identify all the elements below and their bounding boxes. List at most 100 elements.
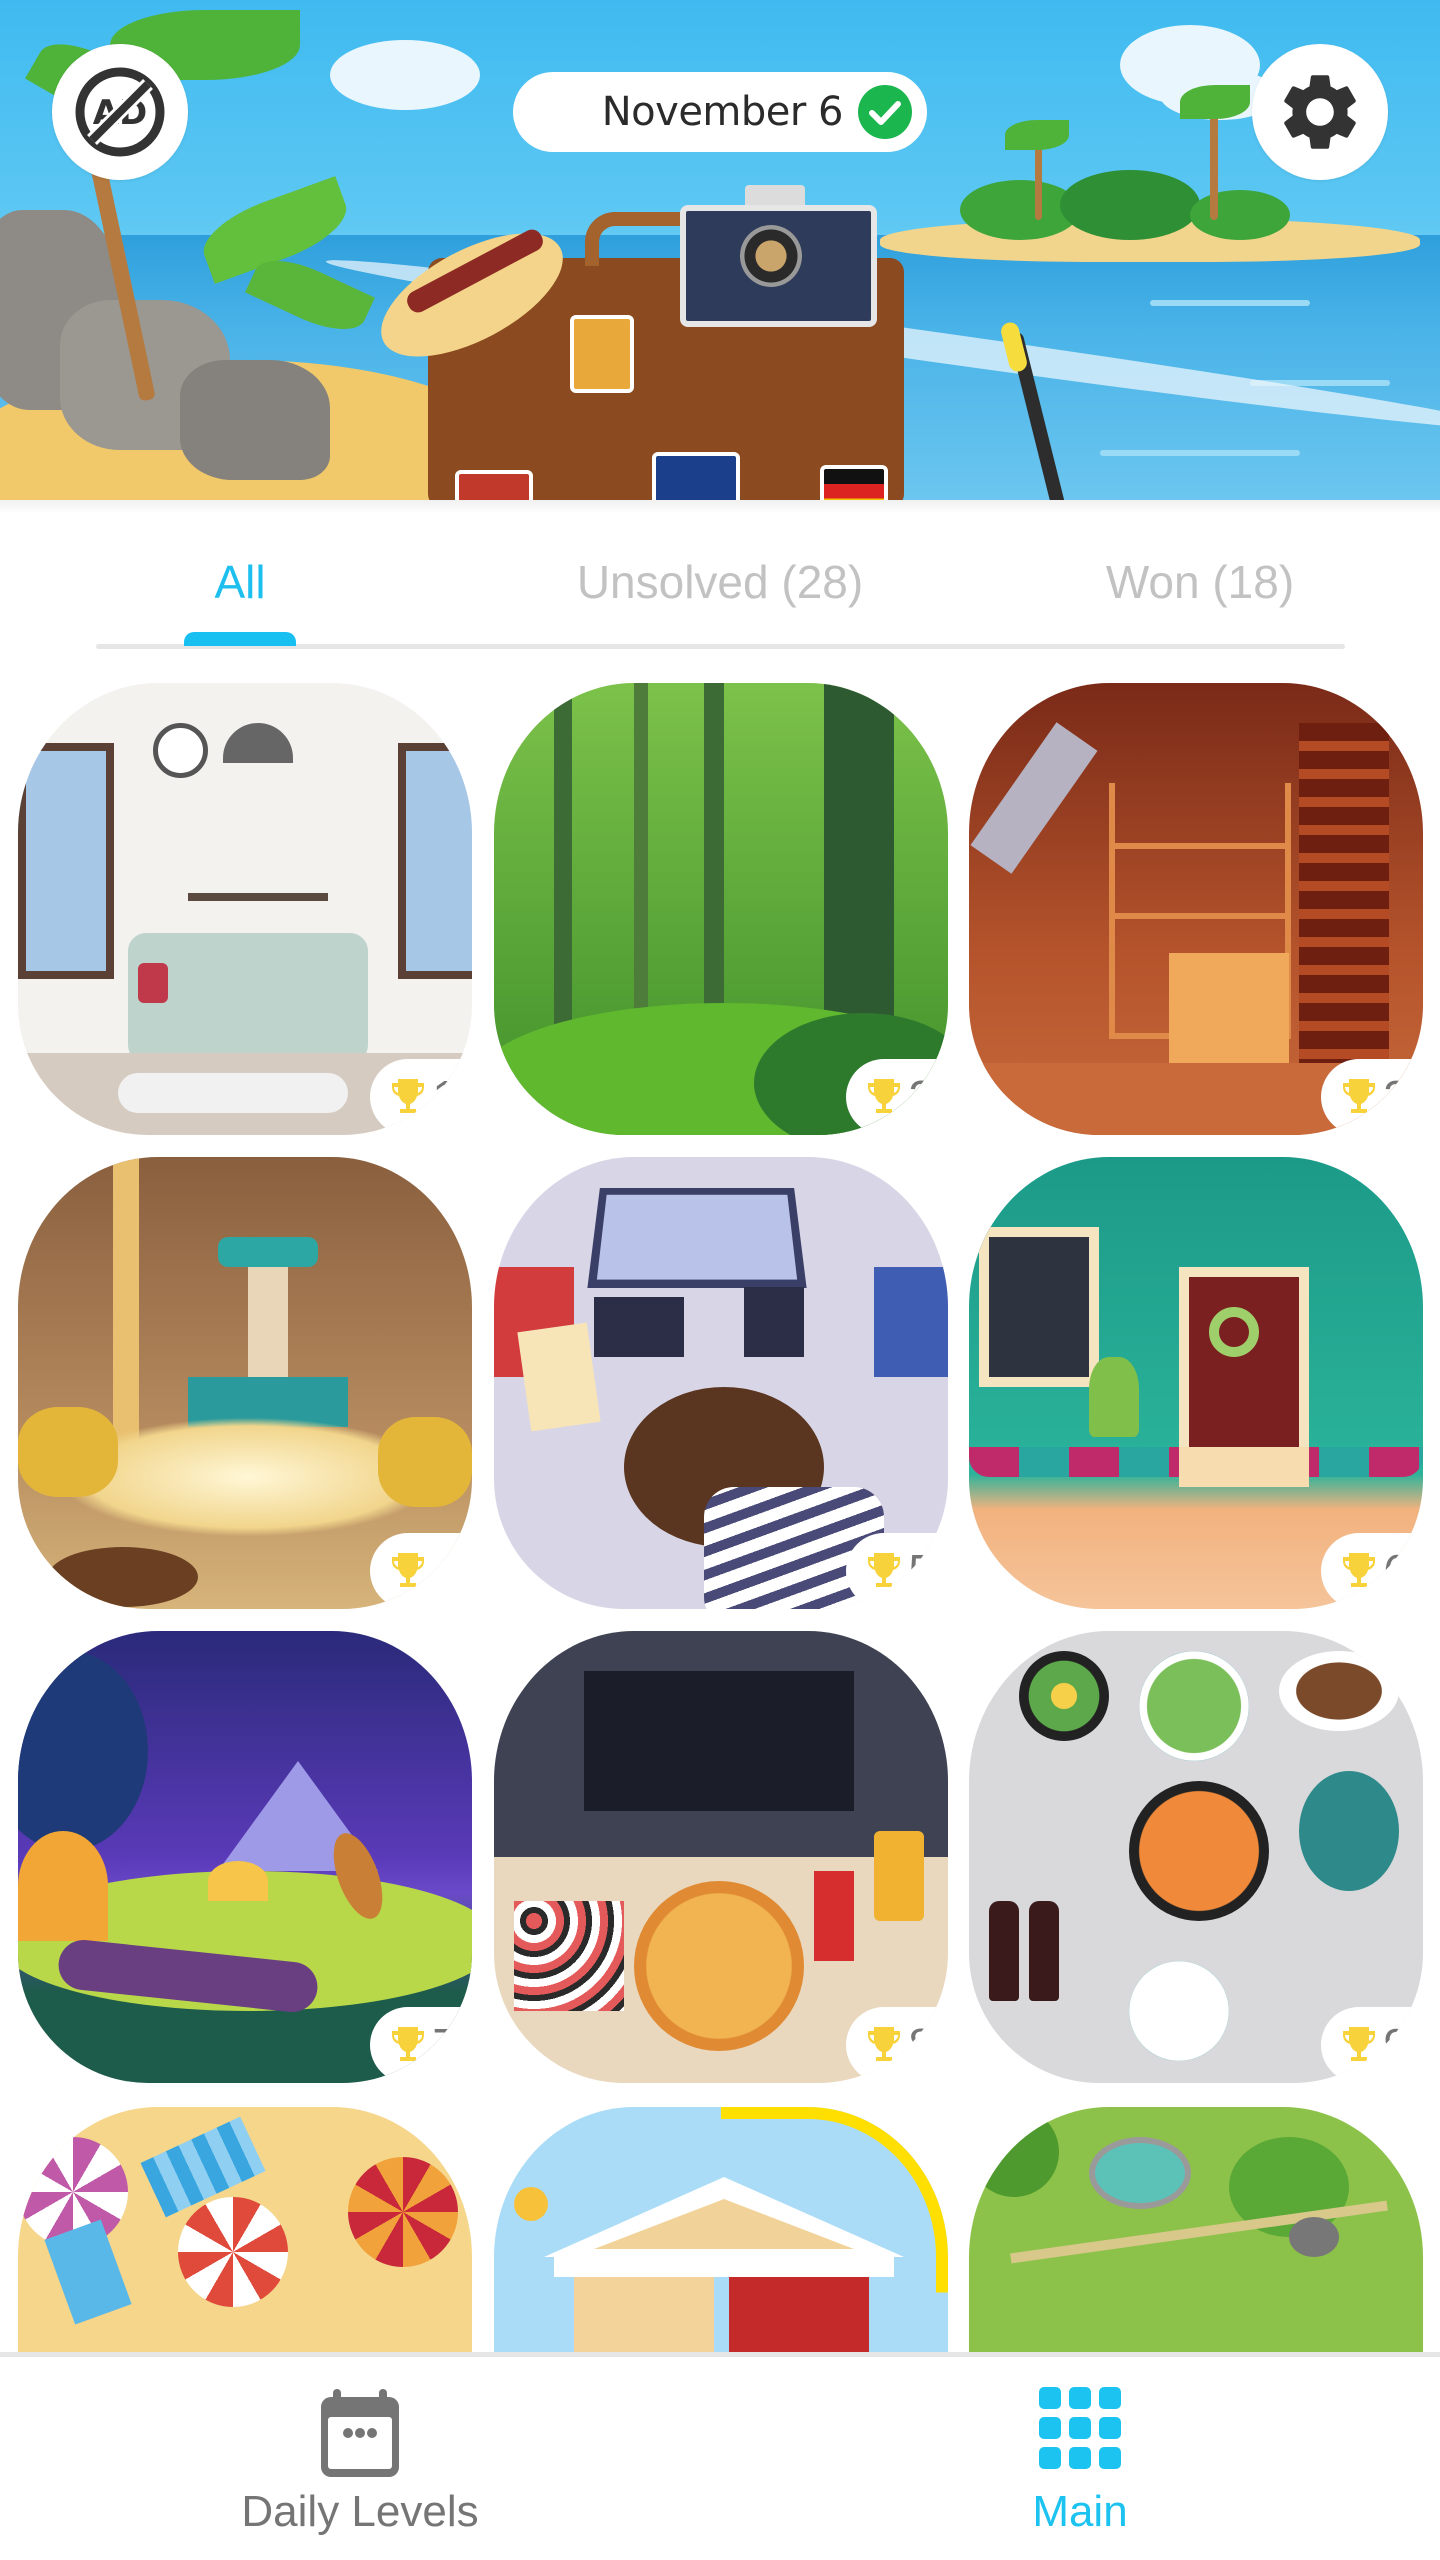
beer-glass [874,1831,924,1921]
level-grid: 1 2 3 4 5 6 7 8 9 [0,683,1440,2352]
level-tile[interactable] [969,2107,1423,2352]
tab-all[interactable]: All [214,555,265,609]
level-tile[interactable]: 8 [494,1631,948,2083]
level-badge: 3 [1321,1059,1423,1135]
flag-sticker [820,465,888,500]
tab-active-indicator [184,632,296,646]
note [517,1322,601,1432]
level-thumbnail [494,2107,948,2352]
nav-main[interactable]: Main [880,2357,1280,2560]
sticker [570,315,634,393]
level-badge: 4 [370,1533,472,1609]
rock [180,360,330,480]
no-ads-icon: AD [75,67,165,157]
level-tile[interactable]: 3 [969,683,1423,1135]
wine-bottle [1029,1901,1059,2001]
level-number: 9 [1383,2019,1409,2071]
tree-trunk [554,683,572,1033]
theater-seats [574,2277,714,2352]
level-tile[interactable] [494,2107,948,2352]
cloud [330,40,480,110]
banner-shadow [0,500,1440,514]
pillar [113,1157,139,1457]
remove-ads-button[interactable]: AD [52,44,188,180]
wave [1150,300,1310,306]
nav-daily-levels-label: Daily Levels [241,2487,479,2536]
trophy-icon [1343,1079,1376,1113]
bush [1190,190,1290,240]
level-number: 7 [432,2019,458,2071]
filter-tabs: All Unsolved (28) Won (18) [0,540,1440,650]
palm-leaf [1005,120,1069,150]
clock [153,723,208,778]
settings-button[interactable] [1252,44,1388,180]
wine-bottle [989,1901,1019,2001]
bush [1060,170,1200,240]
flag-sticker [455,470,533,500]
level-tile[interactable] [18,2107,472,2352]
level-tile[interactable]: 6 [969,1157,1423,1609]
level-badge: 2 [846,1059,948,1135]
level-tile[interactable]: 2 [494,683,948,1135]
level-thumbnail [969,2107,1423,2352]
tree-cluster [969,2107,1059,2197]
stairs [1299,723,1389,1063]
empty-plate [1129,1961,1229,2061]
tree [18,1651,148,1851]
level-tile[interactable]: 1 [18,683,472,1135]
tv-screen [584,1671,854,1811]
steak-plate [1279,1651,1399,1731]
wave [1100,450,1300,456]
level-badge: 6 [1321,1533,1423,1609]
trophy-icon [868,1079,901,1113]
window [979,1227,1099,1387]
front-door [1179,1267,1309,1457]
check-circle-icon [857,84,913,140]
level-tile[interactable]: 7 [18,1631,472,2083]
level-tile[interactable]: 9 [969,1631,1423,2083]
tab-won[interactable]: Won (18) [1106,555,1294,609]
sushi [514,1901,624,2011]
level-number: 5 [908,1545,934,1597]
tab-unsolved[interactable]: Unsolved (28) [577,555,863,609]
steps [1179,1447,1309,1487]
level-number: 8 [908,2019,934,2071]
level-badge: 5 [846,1533,948,1609]
level-number: 6 [1383,1545,1409,1597]
level-badge: 1 [370,1059,472,1135]
footprint [48,1547,198,1607]
grid-icon [1039,2387,1121,2469]
sun [514,2187,548,2221]
level-badge: 7 [370,2007,472,2083]
laptop-screen [587,1188,807,1289]
plant [1089,1357,1139,1437]
bowl [1019,1651,1109,1741]
fish-plate [1299,1771,1399,1891]
nav-main-label: Main [1032,2487,1128,2536]
trophy-icon [868,2027,901,2061]
tree-trunk [704,683,724,1023]
level-badge: 9 [1321,2007,1423,2083]
umbrella [348,2157,458,2267]
pizza [634,1881,804,2051]
bottom-navigation: Daily Levels Main [0,2352,1440,2560]
rock [1289,2217,1339,2257]
box [1169,953,1289,1063]
poster [874,1267,948,1377]
pipe [970,722,1098,874]
date-pill[interactable]: November 6 [513,72,927,152]
palm-trunk [1035,140,1042,220]
winged-emblem [218,1237,318,1267]
gold-pile [378,1417,472,1507]
pond [1089,2137,1191,2209]
cornice [554,2257,894,2277]
calendar-icon [321,2389,399,2477]
level-tile[interactable]: 5 [494,1157,948,1609]
level-tile[interactable]: 4 [18,1157,472,1609]
rug [118,1073,348,1113]
flag-sticker [652,452,740,500]
lounge-chair [44,2219,132,2325]
date-label: November 6 [601,89,844,135]
window [18,743,114,979]
nav-daily-levels[interactable]: Daily Levels [160,2357,560,2560]
